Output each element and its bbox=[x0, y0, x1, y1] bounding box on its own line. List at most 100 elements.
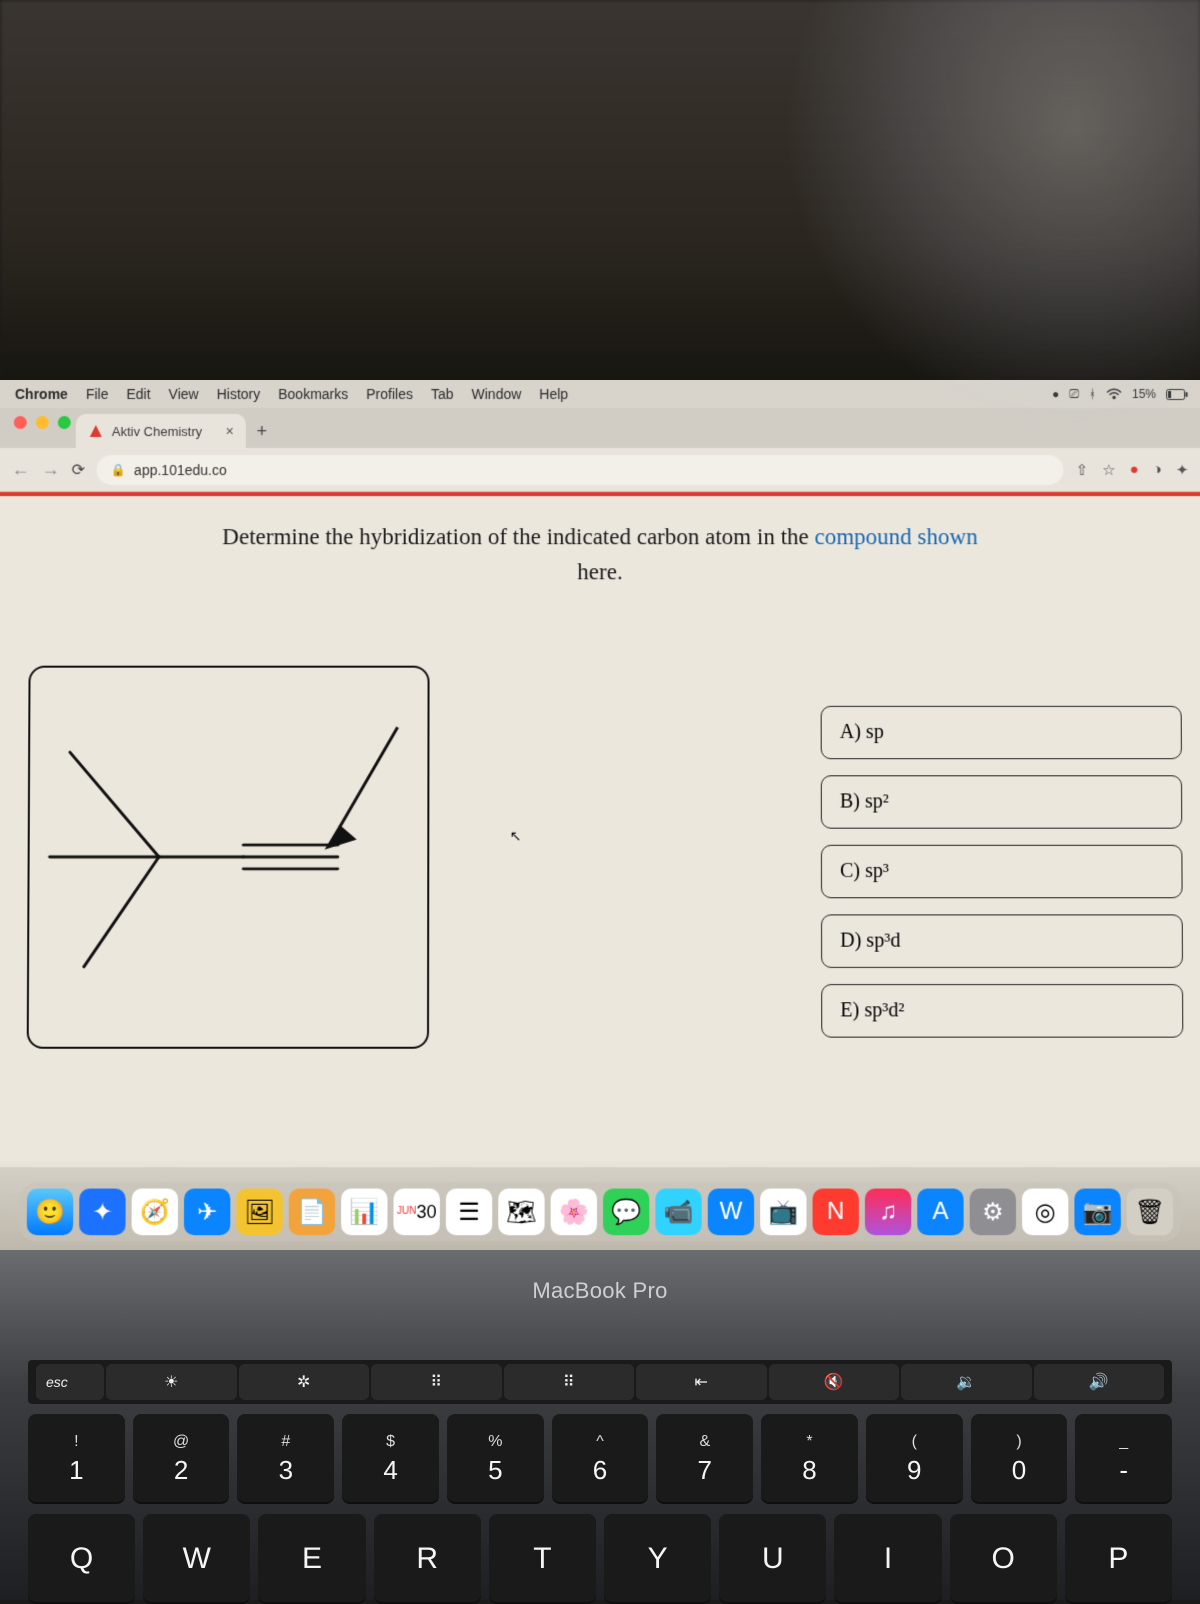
touchbar-launchpad[interactable]: ⠿ bbox=[504, 1364, 635, 1400]
menu-history[interactable]: History bbox=[208, 386, 270, 402]
dock-trash-icon[interactable]: 🗑 bbox=[1127, 1189, 1174, 1236]
touchbar-esc[interactable]: esc bbox=[36, 1364, 104, 1400]
dock-maps-icon[interactable]: 🗺 bbox=[498, 1189, 544, 1236]
browser-tab-aktiv[interactable]: Aktiv Chemistry × bbox=[76, 414, 246, 448]
menu-profiles[interactable]: Profiles bbox=[357, 386, 422, 402]
question-part-blue: compound shown bbox=[815, 524, 978, 549]
menu-view[interactable]: View bbox=[160, 386, 208, 402]
dock-launchpad-icon[interactable]: ✦ bbox=[79, 1189, 126, 1236]
touchbar-mute[interactable]: 🔇 bbox=[769, 1364, 900, 1400]
answer-c[interactable]: C) sp³ bbox=[821, 845, 1183, 898]
new-tab-button[interactable]: + bbox=[246, 414, 278, 448]
key-r[interactable]: R bbox=[374, 1514, 481, 1604]
dock-stats-icon[interactable]: 📊 bbox=[341, 1189, 387, 1236]
dock-reminders-icon[interactable]: ☰ bbox=[446, 1189, 492, 1236]
menu-help[interactable]: Help bbox=[530, 386, 577, 402]
touchbar-brightness-up[interactable]: ✲ bbox=[239, 1364, 370, 1400]
dock-photos-alt-icon[interactable]: 🖼 bbox=[236, 1189, 282, 1236]
key-9[interactable]: (9 bbox=[866, 1414, 963, 1504]
touchbar-keyboard-light[interactable]: ⇤ bbox=[636, 1364, 767, 1400]
dock-photos-icon[interactable]: 🌸 bbox=[551, 1189, 597, 1236]
status-wifi-icon[interactable] bbox=[1106, 388, 1122, 400]
dock-music-icon[interactable]: ♫ bbox=[865, 1189, 911, 1236]
tab-title: Aktiv Chemistry bbox=[112, 424, 202, 439]
dock-finder-icon[interactable]: 🙂 bbox=[27, 1189, 74, 1236]
dock-appstore-icon[interactable]: A bbox=[917, 1189, 963, 1236]
key-8[interactable]: *8 bbox=[761, 1414, 858, 1504]
status-battery[interactable]: 15% bbox=[1132, 387, 1156, 401]
lock-icon: 🔒 bbox=[111, 463, 126, 477]
status-battery-icon bbox=[1166, 388, 1188, 399]
dock-messages-icon[interactable]: 💬 bbox=[603, 1189, 649, 1236]
dock-notes-icon[interactable]: 📄 bbox=[289, 1189, 335, 1236]
extension-icon[interactable]: ◑ bbox=[1153, 461, 1162, 478]
dock-word-icon[interactable]: W bbox=[708, 1189, 754, 1236]
dock-calendar-icon[interactable]: JUN30 bbox=[393, 1189, 439, 1236]
dock-safari-icon[interactable]: 🧭 bbox=[132, 1189, 179, 1236]
minimize-window-button[interactable] bbox=[36, 416, 49, 429]
menu-window[interactable]: Window bbox=[463, 386, 531, 402]
menu-edit[interactable]: Edit bbox=[117, 386, 159, 402]
key-4[interactable]: $4 bbox=[342, 1414, 439, 1504]
menu-bookmarks[interactable]: Bookmarks bbox=[269, 386, 357, 402]
molecule-diagram bbox=[27, 666, 430, 1049]
key-u[interactable]: U bbox=[719, 1514, 826, 1604]
answer-list: A) sp B) sp² C) sp³ D) sp³d E) sp³d² bbox=[821, 706, 1184, 1038]
touchbar-brightness-down[interactable]: ☀︎ bbox=[106, 1364, 237, 1400]
close-window-button[interactable] bbox=[14, 416, 27, 429]
key-6[interactable]: ^6 bbox=[552, 1414, 649, 1504]
record-ext-icon[interactable]: ● bbox=[1130, 461, 1139, 478]
key-3[interactable]: #3 bbox=[237, 1414, 334, 1504]
share-icon[interactable]: ⇧ bbox=[1076, 461, 1089, 479]
tab-close-button[interactable]: × bbox=[226, 423, 234, 439]
key-2[interactable]: @2 bbox=[133, 1414, 230, 1504]
answer-d[interactable]: D) sp³d bbox=[821, 914, 1183, 968]
key-p[interactable]: P bbox=[1065, 1514, 1172, 1604]
key-7[interactable]: &7 bbox=[656, 1414, 753, 1504]
menu-app[interactable]: Chrome bbox=[6, 386, 77, 402]
key-1[interactable]: !1 bbox=[28, 1414, 125, 1504]
status-bluetooth-icon[interactable]: ᚼ bbox=[1089, 387, 1096, 401]
touchbar-volume-down[interactable]: 🔉 bbox=[901, 1364, 1032, 1400]
dock-mail-icon[interactable]: ✈︎ bbox=[184, 1189, 230, 1236]
touchbar-volume-up[interactable]: 🔊 bbox=[1034, 1364, 1165, 1400]
dock-chrome-icon[interactable]: ◎ bbox=[1022, 1189, 1069, 1236]
dock-facetime-icon[interactable]: 📹 bbox=[655, 1189, 701, 1236]
molecule-svg bbox=[29, 668, 428, 1047]
cursor-icon: ↖ bbox=[510, 828, 522, 845]
address-bar[interactable]: 🔒 app.101edu.co bbox=[97, 455, 1064, 485]
menu-tab[interactable]: Tab bbox=[422, 386, 463, 402]
window-traffic-lights bbox=[14, 416, 71, 429]
key-y[interactable]: Y bbox=[604, 1514, 711, 1604]
key-5[interactable]: %5 bbox=[447, 1414, 544, 1504]
key-e[interactable]: E bbox=[258, 1514, 365, 1604]
key-w[interactable]: W bbox=[143, 1514, 250, 1604]
reload-button[interactable]: ⟳ bbox=[72, 460, 86, 480]
answer-e[interactable]: E) sp³d² bbox=[821, 984, 1183, 1038]
key-o[interactable]: O bbox=[950, 1514, 1057, 1604]
key-q[interactable]: Q bbox=[28, 1514, 135, 1604]
dock-zoom-icon[interactable]: 📷 bbox=[1074, 1189, 1121, 1236]
key--[interactable]: _- bbox=[1075, 1414, 1172, 1504]
touchbar-mission-control[interactable]: ⠿ bbox=[371, 1364, 502, 1400]
puzzle-icon[interactable]: ✦ bbox=[1176, 461, 1189, 479]
key-0[interactable]: )0 bbox=[971, 1414, 1068, 1504]
key-i[interactable]: I bbox=[834, 1514, 941, 1604]
forward-button[interactable]: → bbox=[42, 459, 60, 480]
answer-a[interactable]: A) sp bbox=[821, 706, 1182, 759]
status-record-icon[interactable]: ● bbox=[1052, 387, 1059, 401]
dock-tv-icon[interactable]: 📺 bbox=[760, 1189, 806, 1236]
laptop-model-label: MacBook Pro bbox=[0, 1250, 1200, 1304]
macos-dock: 🙂 ✦ 🧭 ✈︎ 🖼 📄 📊 JUN30 ☰ 🗺 🌸 💬 📹 W 📺 N ♫ A… bbox=[19, 1182, 1182, 1241]
dock-news-icon[interactable]: N bbox=[812, 1189, 858, 1236]
dock-settings-icon[interactable]: ⚙ bbox=[970, 1189, 1016, 1236]
status-screen-icon[interactable]: ⎚ bbox=[1069, 386, 1079, 401]
question-text: Determine the hybridization of the indic… bbox=[19, 520, 1181, 589]
maximize-window-button[interactable] bbox=[58, 416, 71, 429]
key-t[interactable]: T bbox=[489, 1514, 596, 1604]
menu-file[interactable]: File bbox=[77, 386, 118, 402]
star-icon[interactable]: ☆ bbox=[1102, 461, 1116, 479]
back-button[interactable]: ← bbox=[11, 459, 29, 480]
ambient-background bbox=[0, 0, 1200, 400]
answer-b[interactable]: B) sp² bbox=[821, 775, 1183, 828]
